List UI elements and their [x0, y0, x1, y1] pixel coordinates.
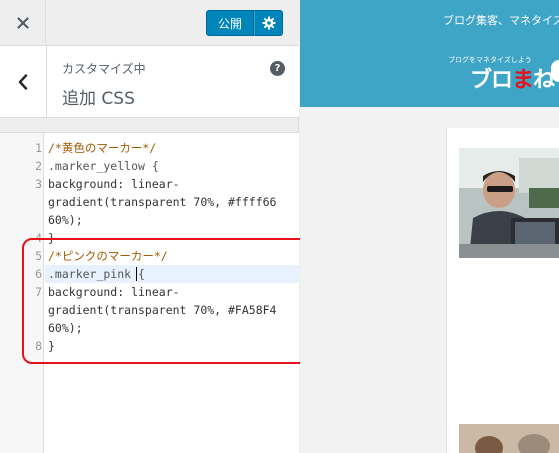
code-line: 3 background: linear-: [0, 175, 299, 193]
publish-button[interactable]: 公開: [206, 10, 254, 36]
article-card[interactable]: [446, 410, 559, 453]
logo-text-red: ま: [512, 68, 534, 93]
line-number: 1: [35, 141, 42, 155]
close-icon: [16, 17, 29, 29]
back-button[interactable]: [0, 46, 47, 118]
code-line: gradient(transparent 70%, #ffff66: [0, 193, 299, 211]
code-text: background: linear-: [48, 177, 180, 191]
line-number: 3: [35, 177, 42, 191]
logo-mark: [551, 60, 559, 82]
line-number: 2: [35, 159, 42, 173]
code-text: gradient(transparent 70%, #ffff66: [48, 195, 277, 209]
code-line: 60%);: [0, 211, 299, 229]
site-header: ブログ集客、マネタイズ ブログをマネタイズしよう ブロまね: [300, 0, 559, 107]
close-button[interactable]: [0, 0, 46, 46]
thumbnail-photo-image: [459, 424, 559, 453]
article-thumbnail[interactable]: [459, 424, 559, 453]
thumbnail-photo-image: [459, 148, 559, 258]
gear-icon: [262, 16, 275, 30]
article-card[interactable]: [446, 128, 559, 410]
site-logo[interactable]: ブロまね: [470, 62, 555, 94]
article-thumbnail[interactable]: [459, 148, 559, 258]
section-header: カスタマイズ中 追加 CSS ?: [0, 46, 299, 118]
logo-text-white: ブロ: [470, 68, 513, 93]
chevron-left-icon: [18, 74, 28, 90]
customizer-toolbar: 公開: [0, 0, 299, 46]
customizer-panel: 公開 カスタマイズ中 追加 CSS ? 1 /*黄色のマーカー*/ 2 .mar…: [0, 0, 299, 453]
section-title: 追加 CSS: [62, 89, 135, 109]
code-text: /*黄色のマーカー*/: [48, 141, 157, 155]
site-preview[interactable]: ブログ集客、マネタイズ ブログをマネタイズしよう ブロまね: [300, 0, 559, 453]
code-text: 60%);: [48, 213, 83, 227]
code-line: 2 .marker_yellow {: [0, 157, 299, 175]
customizing-label: カスタマイズ中: [62, 62, 146, 76]
code-line: 1 /*黄色のマーカー*/: [0, 139, 299, 157]
highlight-annotation-box: [22, 238, 320, 364]
site-tagline: ブログ集客、マネタイズ: [443, 14, 559, 27]
code-text: .marker_yellow {: [48, 159, 159, 173]
publish-settings-button[interactable]: [254, 10, 283, 36]
help-icon[interactable]: ?: [270, 61, 285, 76]
